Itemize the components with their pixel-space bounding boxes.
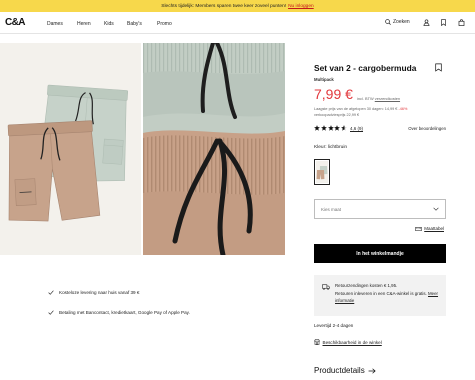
- nav-item-promo[interactable]: Promo: [157, 21, 172, 27]
- tax-note-text: incl. BTW: [357, 96, 374, 101]
- advice-price: verkoopadviesprijs 22,99 €: [314, 113, 360, 117]
- benefit-text: Betaling met Bancontact, kredietkaart, G…: [59, 310, 190, 315]
- product-title: Set van 2 - cargobermuda: [314, 63, 417, 73]
- delivery-time: Levertijd 2-4 dagen: [314, 323, 354, 328]
- star-icon: [320, 125, 327, 131]
- store-availability-link[interactable]: Beschikbaarheid in de winkel: [314, 339, 382, 345]
- rating-link[interactable]: 4,6 (9): [350, 126, 363, 131]
- returns-info-box: Retourzendingen kosten € 1,95. Retouren …: [314, 275, 446, 316]
- bookmark-icon[interactable]: [440, 19, 447, 26]
- star-icon: [334, 125, 341, 131]
- brand-logo[interactable]: C&A: [5, 17, 25, 28]
- discount-badge: -46%: [398, 107, 408, 111]
- search-button[interactable]: Zoeken: [385, 19, 410, 25]
- store-availability-label: Beschikbaarheid in de winkel: [322, 339, 382, 345]
- color-swatch-selected[interactable]: [314, 159, 330, 185]
- truck-icon: [322, 284, 330, 290]
- size-chart-label: Maattabel: [424, 226, 444, 231]
- size-select-placeholder: Kies maat: [321, 206, 342, 212]
- wishlist-bookmark-icon[interactable]: [435, 63, 442, 72]
- benefit-text: Kosteloze levering naar huis vanaf 39 €: [59, 290, 140, 295]
- product-details-label: Productdetails: [314, 366, 365, 375]
- promo-banner: Slechts tijdelijk: Members sparen twee k…: [0, 0, 475, 12]
- star-icon: [327, 125, 334, 131]
- nav-item-babys[interactable]: Baby's: [127, 21, 142, 27]
- check-icon: [48, 310, 54, 315]
- color-swatch-thumbnail: [316, 161, 328, 183]
- product-subtitle: Multipack: [314, 77, 334, 82]
- returns-store-text: Retouren inleveren in een C&A-winkel is …: [335, 290, 427, 296]
- benefit-free-delivery: Kosteloze levering naar huis vanaf 39 €: [48, 290, 139, 295]
- product-image-detail[interactable]: [143, 43, 285, 255]
- arrow-right-icon: [368, 367, 376, 374]
- star-icon: [341, 125, 348, 131]
- returns-cost-text: Retourzendingen kosten € 1,95.: [335, 283, 398, 288]
- color-label: Kleur: lichtbruin: [314, 145, 348, 150]
- nav-item-heren[interactable]: Heren: [77, 21, 91, 27]
- returns-text: Retourzendingen kosten € 1,95. Retouren …: [335, 282, 441, 305]
- search-icon: [385, 19, 391, 25]
- search-label: Zoeken: [393, 19, 410, 25]
- promo-banner-text: Slechts tijdelijk: Members sparen twee k…: [161, 3, 287, 9]
- rating-stars: [314, 125, 348, 131]
- add-to-cart-button[interactable]: In het winkelmandje: [314, 244, 446, 263]
- chevron-down-icon: [433, 207, 439, 211]
- nav-item-dames[interactable]: Dames: [47, 21, 63, 27]
- bag-icon[interactable]: [458, 19, 465, 26]
- store-icon: [314, 339, 320, 345]
- ruler-icon: [415, 226, 423, 231]
- shipping-costs-link[interactable]: verzendkosten: [375, 96, 400, 101]
- product-image-front[interactable]: [0, 43, 141, 255]
- product-price: 7,99 €: [314, 86, 353, 102]
- user-icon[interactable]: [423, 19, 430, 26]
- nav-item-kids[interactable]: Kids: [104, 21, 114, 27]
- star-icon: [314, 125, 320, 131]
- reviews-link[interactable]: Over beoordelingen: [408, 126, 446, 131]
- product-details-toggle[interactable]: Productdetails: [314, 366, 376, 375]
- tax-note: incl. BTW verzendkosten: [357, 96, 400, 101]
- size-chart-link[interactable]: Maattabel: [415, 226, 444, 231]
- size-select[interactable]: Kies maat: [314, 199, 446, 219]
- lowest-price-text: Laagste prijs van de afgelopen 30 dagen:…: [314, 107, 398, 111]
- check-icon: [48, 290, 54, 295]
- site-header: C&A Dames Heren Kids Baby's Promo Zoeken: [0, 12, 475, 34]
- login-link[interactable]: Nu inloggen: [288, 4, 314, 9]
- benefit-payment-methods: Betaling met Bancontact, kredietkaart, G…: [48, 310, 190, 315]
- lowest-price-note: Laagste prijs van de afgelopen 30 dagen:…: [314, 107, 407, 111]
